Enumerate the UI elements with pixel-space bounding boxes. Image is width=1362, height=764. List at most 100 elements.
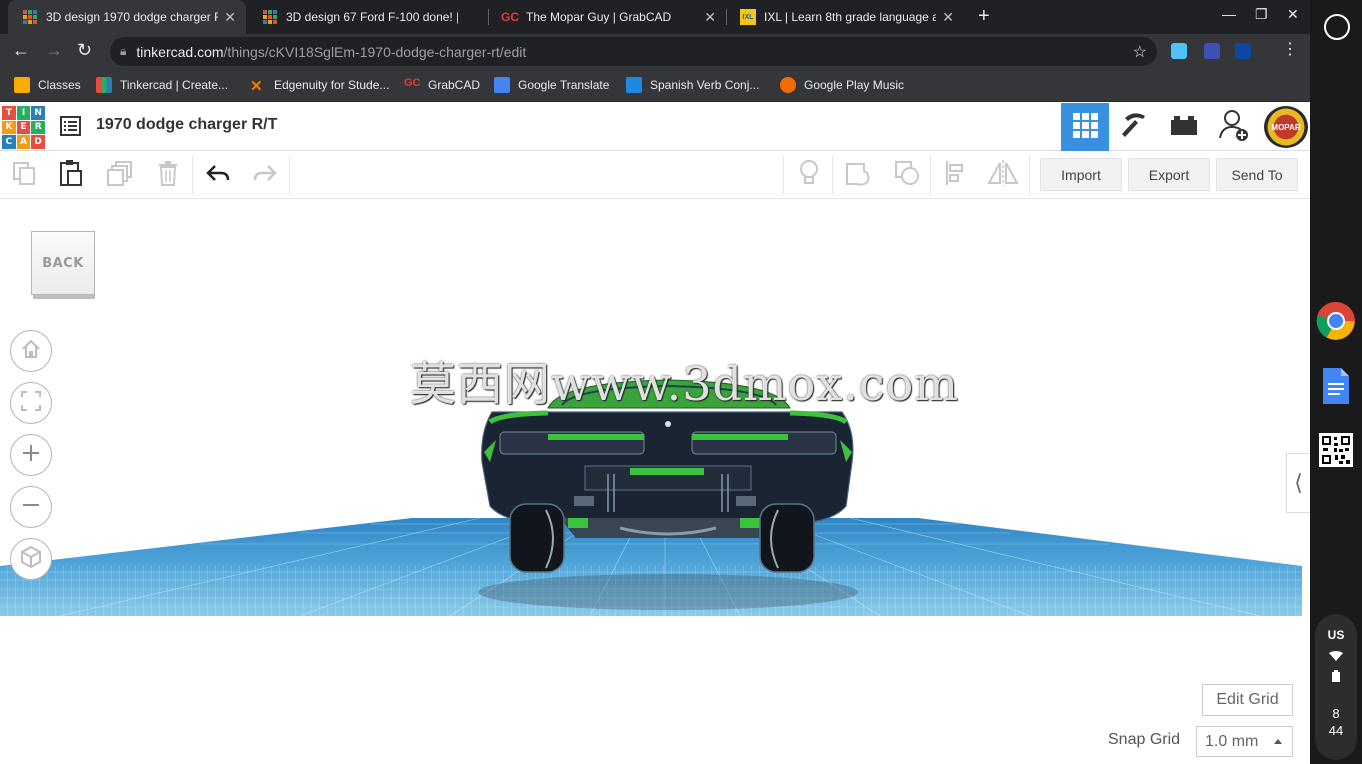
shield-extension-icon[interactable] <box>1235 43 1251 59</box>
view-cube-back-face[interactable]: BACK <box>31 231 95 295</box>
plus-icon <box>20 442 42 469</box>
ungroup-icon <box>893 159 921 192</box>
copy-icon <box>11 160 37 191</box>
home-view-button[interactable] <box>10 330 52 372</box>
edit-toolbar: Import Export Send To <box>0 152 1310 199</box>
fit-view-button[interactable] <box>10 382 52 424</box>
restore-window-button[interactable]: ❐ <box>1255 6 1268 23</box>
edit-grid-button[interactable]: Edit Grid <box>1202 684 1293 716</box>
clipboard-icon <box>58 159 84 192</box>
view-cube-shadow <box>33 295 95 299</box>
chrome-app-icon[interactable] <box>1316 301 1356 341</box>
close-window-button[interactable]: ✕ <box>1287 6 1299 23</box>
edgenuity-icon: ✕ <box>250 78 263 95</box>
home-icon <box>20 338 42 365</box>
zoom-in-button[interactable] <box>10 434 52 476</box>
3d-design-view-button[interactable] <box>1061 103 1109 151</box>
bookmarks-bar: Classes Tinkercad | Create... ✕ Edgenuity… <box>0 68 1310 102</box>
tinkercad-logo[interactable]: T I N K E R C A D <box>2 106 45 149</box>
trash-icon <box>157 160 179 191</box>
system-tray[interactable]: US 8 44 <box>1315 614 1357 760</box>
redo-button[interactable] <box>250 160 280 190</box>
reload-icon[interactable]: ↻ <box>77 40 92 61</box>
address-bar[interactable]: 🔒︎ tinkercad.com/things/cKVI18SglEm-1970… <box>110 37 1157 66</box>
minimize-window-button[interactable]: — <box>1222 6 1236 22</box>
bookmark-edgenuity[interactable]: ✕ Edgenuity for Stude... <box>250 76 389 95</box>
tab-ixl[interactable]: IXL IXL | Learn 8th grade language a ✕ <box>726 0 964 34</box>
user-avatar[interactable]: MOPAR <box>1264 106 1308 148</box>
url-path: /things/cKVI18SglEm-1970-dodge-charger-r… <box>223 43 527 60</box>
tinkercad-favicon-icon <box>22 9 38 25</box>
google-docs-app-icon[interactable] <box>1316 366 1356 406</box>
bookmark-tinkercad[interactable]: Tinkercad | Create... <box>96 76 228 94</box>
forward-arrow-icon[interactable]: → <box>45 40 63 61</box>
lock-icon: 🔒︎ <box>120 44 127 58</box>
snap-grid-dropdown[interactable]: 1.0 mm <box>1196 726 1293 757</box>
play-music-icon <box>780 77 796 93</box>
caret-up-icon <box>1274 739 1282 744</box>
fit-to-view-icon <box>20 390 42 417</box>
battery-icon <box>1332 670 1340 685</box>
close-tab-icon[interactable]: ✕ <box>704 9 716 26</box>
blocks-view-button[interactable] <box>1110 103 1158 151</box>
grid-view-icon <box>1071 111 1099 144</box>
group-button[interactable] <box>843 160 873 190</box>
bookmark-classes[interactable]: Classes <box>14 76 81 94</box>
minus-icon <box>20 494 42 521</box>
paste-button[interactable] <box>56 159 86 192</box>
send-to-button[interactable]: Send To <box>1216 158 1298 191</box>
expand-shapes-panel-button[interactable]: ⟨ <box>1286 453 1310 513</box>
import-button[interactable]: Import <box>1040 158 1122 191</box>
delete-button[interactable] <box>153 160 183 190</box>
zoom-out-button[interactable] <box>10 486 52 528</box>
workplane-viewport[interactable]: 莫西网www.3dmox.com BACK ⟨ Edit Grid Snap G… <box>0 200 1310 764</box>
qr-code-app-icon[interactable] <box>1316 430 1356 470</box>
watermark-text: 莫西网www.3dmox.com <box>410 357 959 411</box>
chromeos-shelf: US 8 44 <box>1310 0 1362 764</box>
bookmark-google-translate[interactable]: Google Translate <box>494 76 609 94</box>
3d-scene[interactable] <box>0 200 1310 764</box>
tab-67-ford-f100[interactable]: 3D design 67 Ford F-100 done! | <box>248 0 486 34</box>
group-icon <box>844 159 872 192</box>
invite-collaborator-button[interactable] <box>1210 103 1258 151</box>
mail-extension-icon[interactable] <box>1204 43 1220 59</box>
chevron-left-icon: ⟨ <box>1294 470 1303 495</box>
view-cube[interactable]: BACK <box>31 231 95 299</box>
align-button[interactable] <box>941 160 971 190</box>
tinkercad-icon <box>96 77 112 93</box>
verb-conjugator-icon <box>626 77 642 93</box>
bookmark-spanish-verbs[interactable]: Spanish Verb Conj... <box>626 76 759 94</box>
perspective-toggle-button[interactable] <box>10 538 52 580</box>
grabcad-favicon-icon: GC <box>501 10 519 24</box>
show-all-button[interactable] <box>794 159 824 192</box>
back-arrow-icon[interactable]: ← <box>12 40 30 61</box>
cloud-extension-icon[interactable] <box>1171 43 1187 59</box>
bookmark-google-play-music[interactable]: Google Play Music <box>780 76 904 94</box>
copy-button[interactable] <box>9 160 39 190</box>
tab-title: 3D design 67 Ford F-100 done! | <box>286 10 458 24</box>
tab-1970-dodge-charger[interactable]: 3D design 1970 dodge charger R ✕ <box>8 0 246 34</box>
design-list-icon[interactable] <box>60 116 81 136</box>
new-tab-button[interactable]: + <box>978 5 990 28</box>
tab-title: The Mopar Guy | GrabCAD <box>526 10 672 24</box>
google-translate-icon <box>494 77 510 93</box>
bookmark-star-icon[interactable]: ☆ <box>1133 42 1147 62</box>
export-button[interactable]: Export <box>1128 158 1210 191</box>
brick-icon <box>1170 114 1198 141</box>
bricks-view-button[interactable] <box>1160 103 1208 151</box>
ungroup-button[interactable] <box>892 160 922 190</box>
grabcad-icon: GC <box>404 77 421 89</box>
tab-mopar-guy-grabcad[interactable]: GC The Mopar Guy | GrabCAD ✕ <box>488 0 726 34</box>
bookmark-grabcad[interactable]: GC GrabCAD <box>404 76 480 94</box>
design-title[interactable]: 1970 dodge charger R/T <box>96 116 277 134</box>
close-tab-icon[interactable]: ✕ <box>224 9 236 26</box>
cube-perspective-icon <box>19 545 43 574</box>
launcher-button[interactable] <box>1324 14 1350 40</box>
lightbulb-icon <box>798 159 820 192</box>
undo-button[interactable] <box>203 160 233 190</box>
browser-tab-strip: 3D design 1970 dodge charger R ✕ 3D desi… <box>0 0 1310 34</box>
close-tab-icon[interactable]: ✕ <box>942 9 954 26</box>
duplicate-button[interactable] <box>105 160 135 190</box>
chrome-menu-icon[interactable]: ⋮ <box>1282 39 1298 59</box>
mirror-button[interactable] <box>987 159 1019 190</box>
